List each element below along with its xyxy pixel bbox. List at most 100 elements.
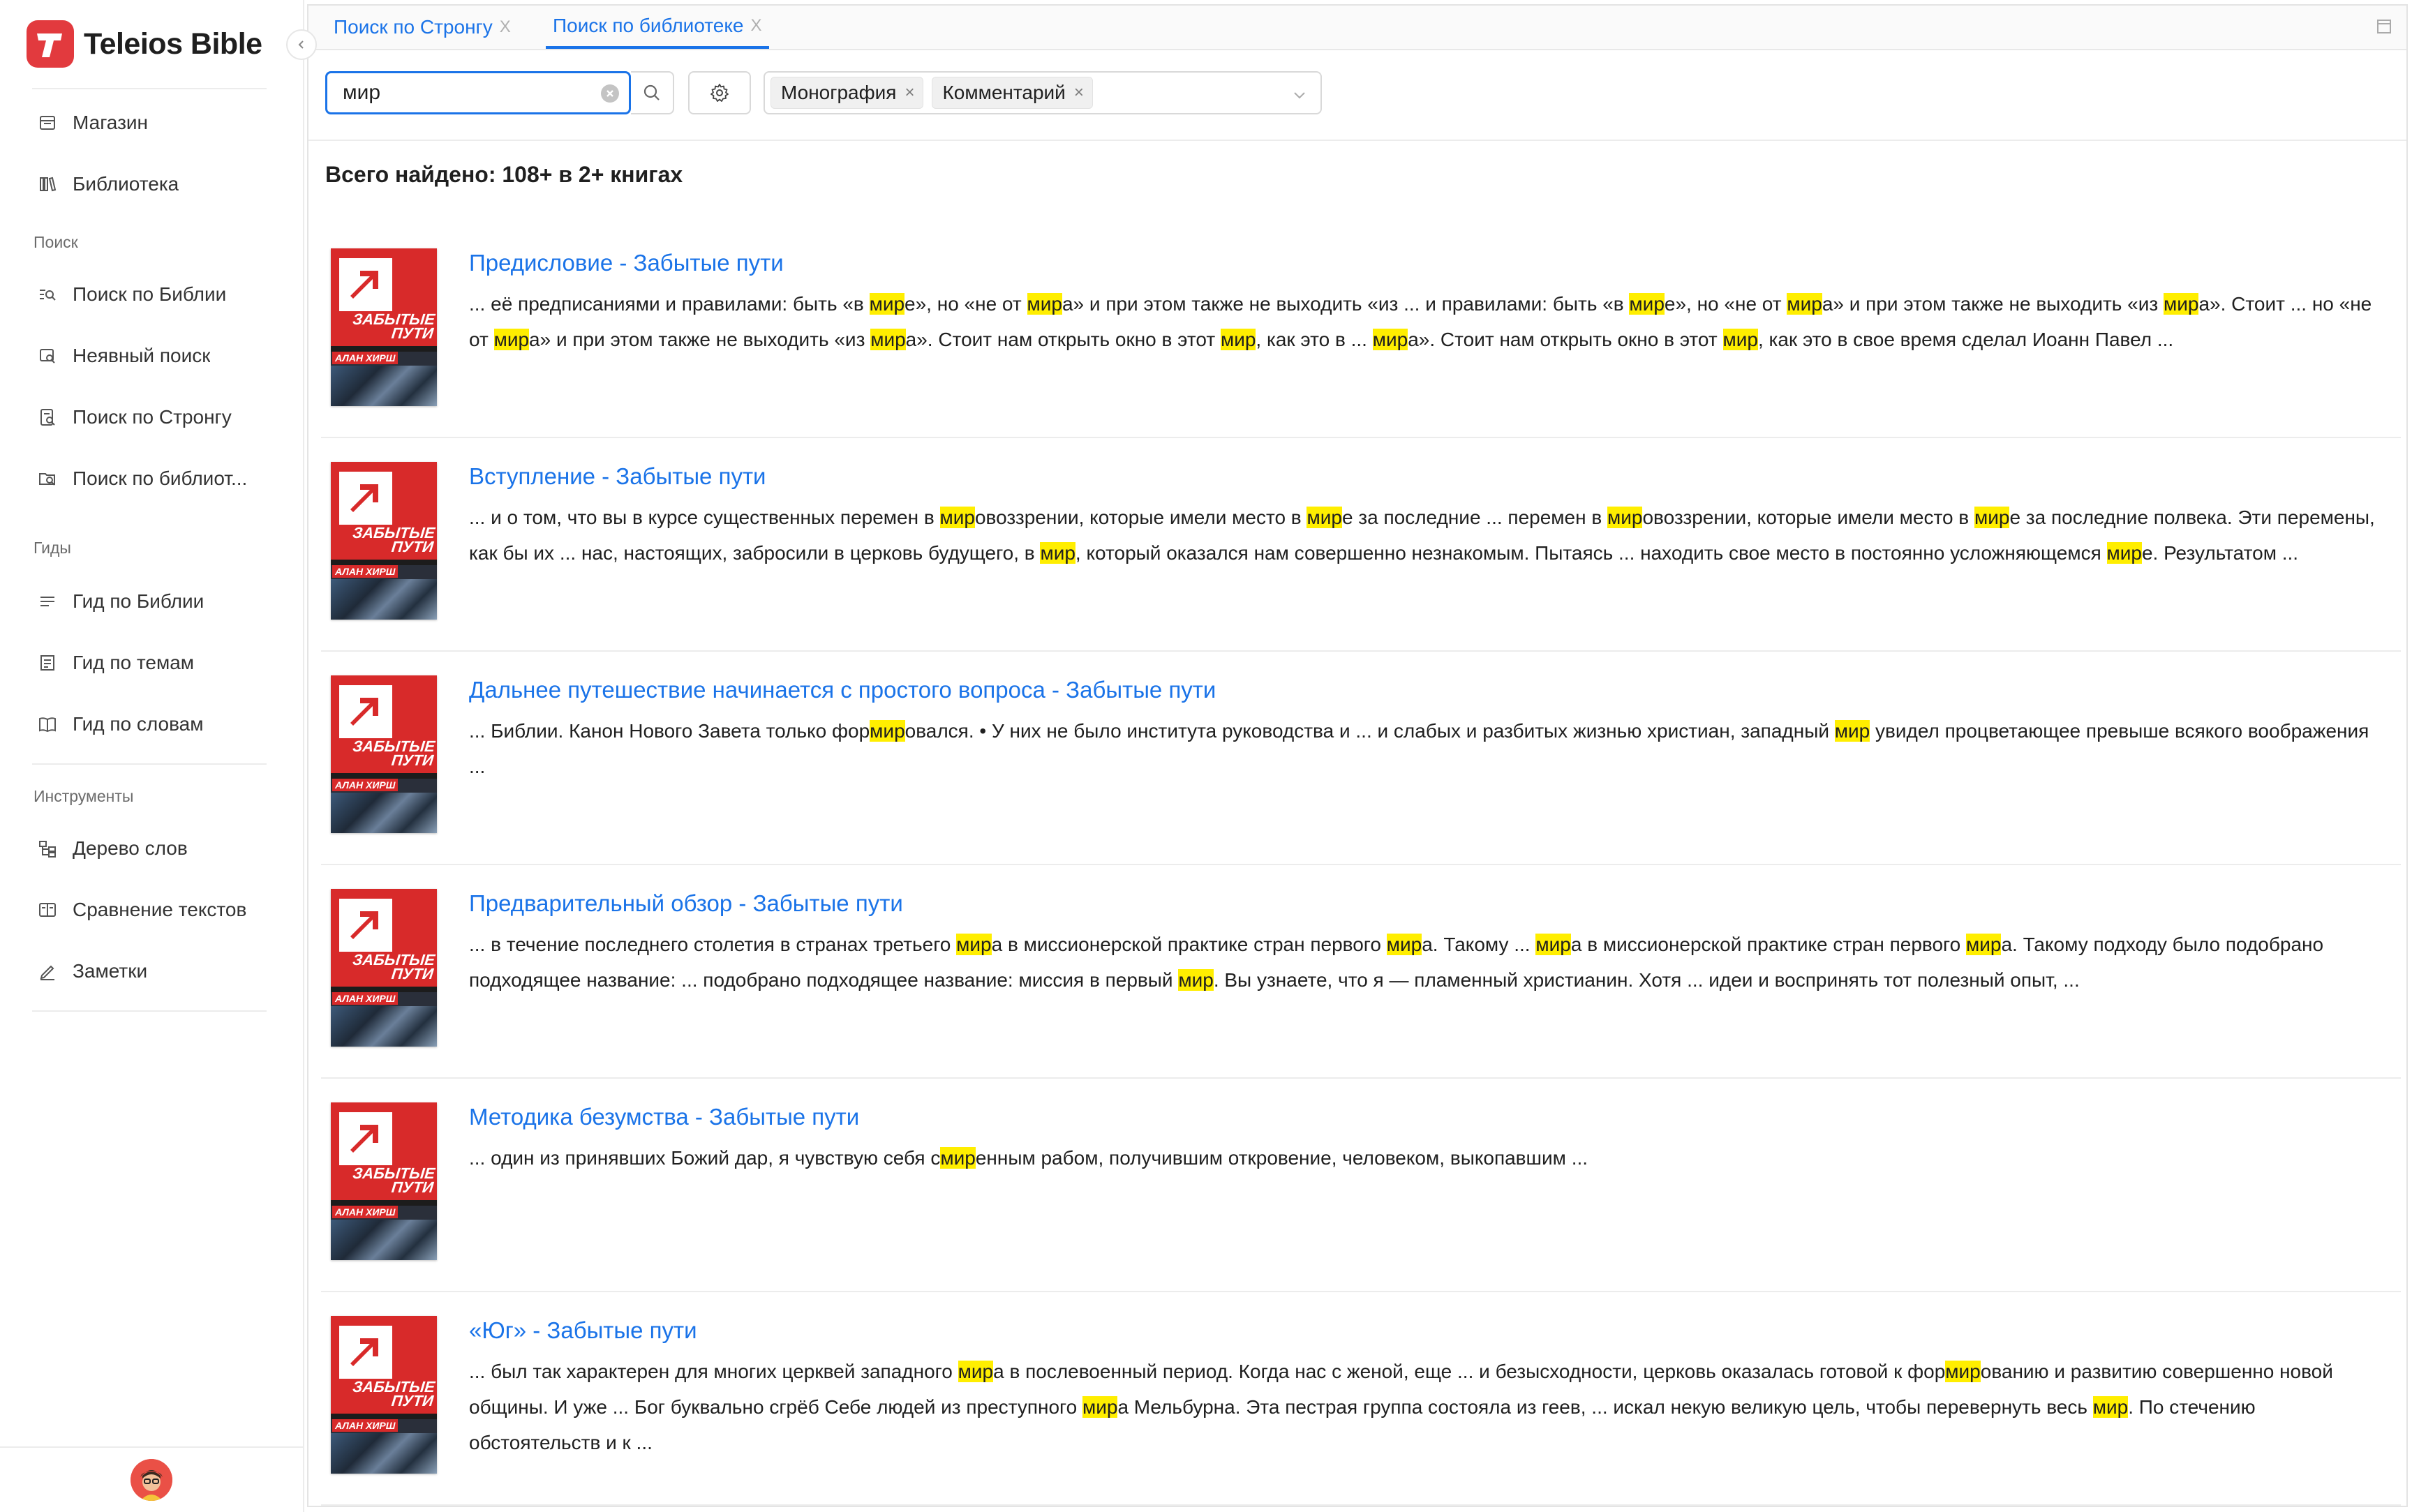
cover-arrow-icon — [339, 258, 392, 311]
result-title-link[interactable]: Предварительный обзор - Забытые пути — [469, 890, 903, 917]
chevron-down-icon[interactable] — [1291, 87, 1308, 103]
sidebar-item-label: Неявный поиск — [73, 345, 211, 366]
sidebar-item-strong-search[interactable]: Поиск по Стронгу — [36, 396, 274, 438]
sidebar-item-word-tree[interactable]: Дерево слов — [36, 828, 274, 869]
teleios-logo-icon — [27, 20, 74, 68]
book-cover[interactable]: ЗАБЫТЫЕ ПУТИ АЛАН ХИРШ — [331, 889, 437, 1047]
tab-label: Поиск по библиотеке — [553, 15, 744, 36]
snippet-text: е. Результатом ... — [2141, 542, 2299, 564]
snippet-text: а в миссионерской практике стран первого — [991, 934, 1387, 955]
result-snippet: ... один из принявших Божий дар, я чувст… — [469, 1140, 2381, 1176]
implicit-search-icon — [36, 345, 59, 367]
chip-label: Монография — [781, 82, 897, 103]
result-snippet: ... был так характерен для многих церкве… — [469, 1354, 2381, 1460]
sidebar-item-label: Поиск по Стронгу — [73, 406, 232, 428]
topics-icon — [36, 652, 59, 674]
sidebar-item-label: Сравнение текстов — [73, 899, 247, 920]
snippet-text: ... в течение последнего столетия в стра… — [469, 934, 957, 955]
cover-arrow-icon — [339, 685, 392, 738]
book-cover[interactable]: ЗАБЫТЫЕ ПУТИ АЛАН ХИРШ — [331, 462, 437, 620]
cover-photo — [331, 1006, 437, 1047]
search-button[interactable] — [631, 71, 674, 114]
maximize-icon[interactable] — [2376, 18, 2392, 35]
cover-photo — [331, 1220, 437, 1260]
search-highlight: мир — [1386, 934, 1422, 955]
result-item: ЗАБЫТЫЕ ПУТИ АЛАН ХИРШ Предварительный о… — [321, 865, 2401, 1079]
nav-section-title: Гиды — [34, 539, 71, 557]
snippet-text: е», но «не от — [904, 293, 1027, 315]
search-highlight: мир — [1306, 507, 1342, 528]
snippet-text: а в послевоенный период. Когда нас с жен… — [993, 1361, 1946, 1382]
sidebar-item-compare-texts[interactable]: Сравнение текстов — [36, 889, 274, 931]
nav-section-title: Инструменты — [34, 787, 134, 805]
result-title-link[interactable]: Дальнее путешествие начинается с простог… — [469, 677, 1216, 703]
tab-close-icon[interactable]: X — [751, 16, 762, 36]
book-cover[interactable]: ЗАБЫТЫЕ ПУТИ АЛАН ХИРШ — [331, 1102, 437, 1260]
nav-divider — [32, 1010, 267, 1012]
library-icon — [36, 173, 59, 195]
search-highlight: мир — [870, 720, 905, 742]
search-settings-button[interactable] — [688, 71, 751, 114]
chevron-left-icon — [298, 40, 304, 49]
sidebar-item-label: Гид по Библии — [73, 590, 204, 612]
library-search-icon — [36, 467, 59, 490]
search-highlight: мир — [1965, 934, 2002, 955]
app-logo[interactable]: Teleios Bible — [27, 20, 262, 68]
search-highlight: мир — [1372, 329, 1408, 350]
chip-remove-icon[interactable]: × — [1074, 83, 1084, 103]
tab-library-search[interactable]: Поиск по библиотеке X — [546, 6, 769, 49]
search-field[interactable] — [325, 71, 631, 114]
snippet-text: енным рабом, получившим откровение, чело… — [975, 1147, 1588, 1169]
search-input[interactable] — [341, 80, 581, 105]
result-title-link[interactable]: Методика безумства - Забытые пути — [469, 1104, 859, 1130]
book-open-icon — [36, 713, 59, 735]
cover-author: АЛАН ХИРШ — [332, 565, 399, 578]
sidebar-item-bible-search[interactable]: Поиск по Библии — [36, 274, 274, 315]
chip-remove-icon[interactable]: × — [904, 83, 914, 103]
snippet-text: а. Такому ... — [1422, 934, 1536, 955]
cover-title: ПУТИ — [390, 1392, 435, 1409]
search-highlight: мир — [1722, 329, 1758, 350]
snippet-text: е за последние ... перемен в — [1341, 507, 1608, 528]
cover-arrow-icon — [339, 1326, 392, 1379]
search-highlight: мир — [1607, 507, 1643, 528]
sidebar-item-library-search[interactable]: Поиск по библиот... — [36, 458, 274, 500]
sidebar-item-topics-guide[interactable]: Гид по темам — [36, 642, 274, 684]
snippet-text: а» и при этом также не выходить «из — [529, 329, 871, 350]
sidebar-item-implicit-search[interactable]: Неявный поиск — [36, 335, 274, 377]
book-cover[interactable]: ЗАБЫТЫЕ ПУТИ АЛАН ХИРШ — [331, 248, 437, 406]
sidebar-item-words-guide[interactable]: Гид по словам — [36, 703, 274, 745]
tab-close-icon[interactable]: X — [500, 17, 511, 37]
result-title-link[interactable]: Вступление - Забытые пути — [469, 463, 766, 490]
list-icon — [36, 590, 59, 613]
search-highlight: мир — [870, 329, 906, 350]
result-title-link[interactable]: «Юг» - Забытые пути — [469, 1317, 697, 1344]
sidebar-item-store[interactable]: Магазин — [36, 102, 274, 144]
book-cover[interactable]: ЗАБЫТЫЕ ПУТИ АЛАН ХИРШ — [331, 675, 437, 833]
strong-search-icon — [36, 406, 59, 428]
cover-title: ПУТИ — [390, 538, 435, 555]
book-cover[interactable]: ЗАБЫТЫЕ ПУТИ АЛАН ХИРШ — [331, 1316, 437, 1474]
book-type-filter[interactable]: Монография × Комментарий × — [764, 71, 1322, 114]
clear-search-icon[interactable] — [601, 84, 619, 103]
snippet-text: овался. • У них не было института руково… — [904, 720, 1835, 742]
search-highlight: мир — [939, 507, 975, 528]
sidebar-item-library[interactable]: Библиотека — [36, 163, 274, 205]
nav-section-title: Поиск — [34, 233, 78, 251]
tab-strong-search[interactable]: Поиск по Стронгу X — [327, 6, 518, 49]
filter-chip-monograph: Монография × — [770, 77, 924, 109]
sidebar-item-label: Библиотека — [73, 173, 179, 195]
snippet-text: , как это в свое время сделал Иоанн Паве… — [1757, 329, 2174, 350]
sidebar: Teleios Bible Магазин Библиотека Поиск П… — [0, 0, 317, 1512]
search-highlight: мир — [1974, 507, 2010, 528]
snippet-text: , как это в ... — [1256, 329, 1373, 350]
user-avatar[interactable] — [131, 1459, 172, 1501]
result-title-link[interactable]: Предисловие - Забытые пути — [469, 250, 784, 276]
collapse-sidebar-button[interactable] — [286, 29, 317, 60]
result-item: ЗАБЫТЫЕ ПУТИ АЛАН ХИРШ «Юг» - Забытые пу… — [321, 1292, 2401, 1506]
result-snippet: ... её предписаниями и правилами: быть «… — [469, 286, 2381, 357]
chip-label: Комментарий — [942, 82, 1066, 103]
main-panel: Поиск по Стронгу X Поиск по библиотеке X — [307, 4, 2408, 1507]
sidebar-item-notes[interactable]: Заметки — [36, 950, 274, 992]
sidebar-item-bible-guide[interactable]: Гид по Библии — [36, 581, 274, 622]
